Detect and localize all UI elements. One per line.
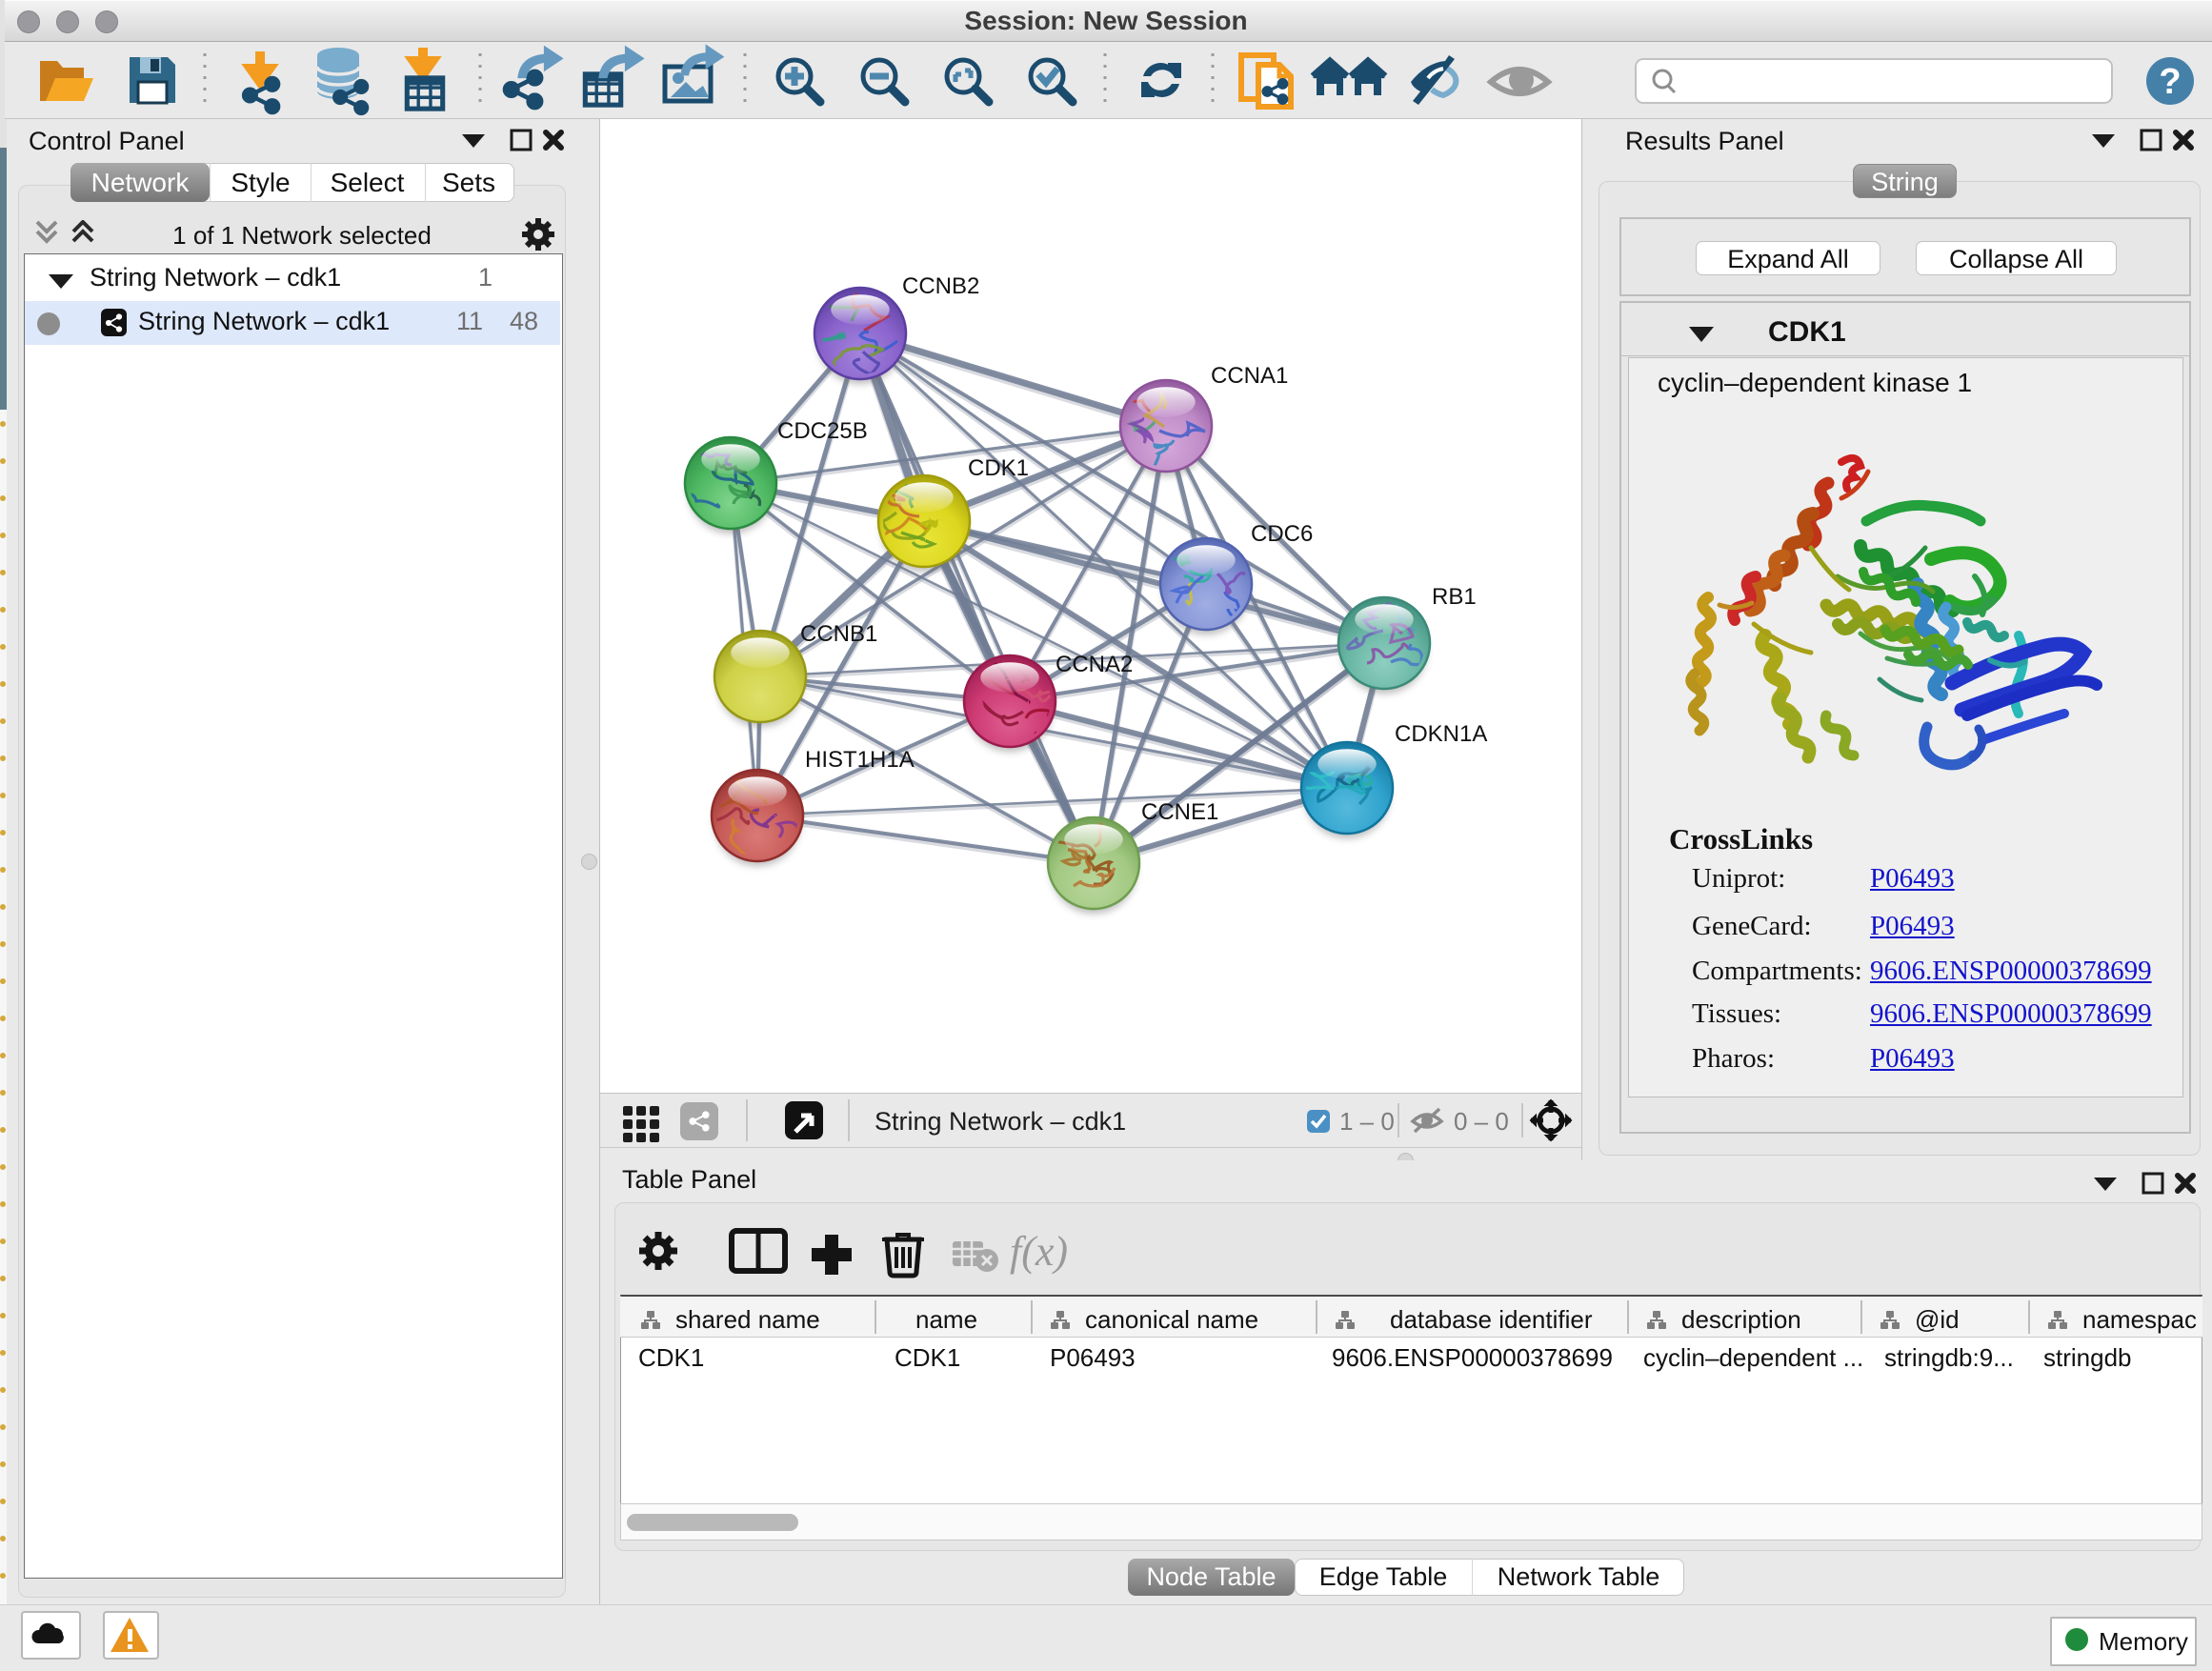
svg-text:CDKN1A: CDKN1A xyxy=(1395,721,1487,747)
svg-text:CCNE1: CCNE1 xyxy=(1141,799,1218,825)
svg-text:name: name xyxy=(915,1305,977,1334)
svg-text:database identifier: database identifier xyxy=(1390,1305,1593,1334)
svg-text:description: description xyxy=(1681,1305,1801,1334)
svg-text:CDC25B: CDC25B xyxy=(777,418,868,444)
svg-text:CDC6: CDC6 xyxy=(1251,521,1313,547)
svg-text:namespac: namespac xyxy=(2082,1305,2197,1334)
svg-text:canonical name: canonical name xyxy=(1085,1305,1258,1334)
svg-text:CCNB2: CCNB2 xyxy=(902,273,979,299)
svg-text:CCNA2: CCNA2 xyxy=(1056,652,1133,677)
svg-text:CDK1: CDK1 xyxy=(968,455,1029,481)
svg-text:CCNA1: CCNA1 xyxy=(1211,363,1288,389)
svg-text:f(x): f(x) xyxy=(1010,1228,1068,1275)
svg-text:shared name: shared name xyxy=(675,1305,820,1334)
svg-text:?: ? xyxy=(2159,62,2181,102)
svg-text:1 – 0: 1 – 0 xyxy=(1339,1107,1395,1136)
svg-text:@id: @id xyxy=(1915,1305,1960,1334)
svg-text:RB1: RB1 xyxy=(1432,584,1477,610)
svg-text:0 – 0: 0 – 0 xyxy=(1454,1107,1509,1136)
svg-text:HIST1H1A: HIST1H1A xyxy=(805,747,915,773)
svg-text:CCNB1: CCNB1 xyxy=(800,621,877,647)
svg-text:String Network – cdk1: String Network – cdk1 xyxy=(875,1107,1126,1136)
